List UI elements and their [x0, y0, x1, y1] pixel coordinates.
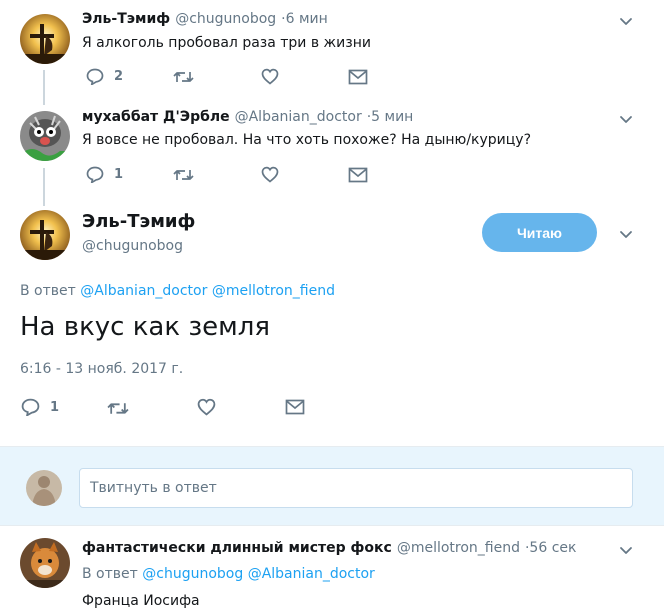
like-button[interactable] [261, 68, 279, 85]
reply-count: 1 [50, 399, 60, 415]
thread-line [43, 168, 45, 206]
avatar[interactable] [20, 14, 70, 64]
reply-button[interactable]: 2 [86, 68, 123, 85]
direct-message-button[interactable] [348, 69, 368, 85]
envelope-icon [348, 167, 368, 183]
envelope-icon [285, 399, 305, 415]
author-name[interactable]: фантастически длинный мистер фокс [82, 540, 392, 556]
thread-line [43, 70, 45, 105]
mention-link[interactable]: @Albanian_doctor [248, 566, 375, 582]
following-button[interactable]: Читаю [482, 213, 597, 252]
envelope-icon [348, 69, 368, 85]
tweet-text: Франца Иосифа [82, 593, 200, 609]
reply-icon [86, 166, 104, 183]
reply-count: 2 [114, 69, 124, 84]
reply-placeholder: Твитнуть в ответ [90, 480, 217, 496]
author-name[interactable]: мухаббат Д'Эрбле [82, 109, 230, 125]
timestamp[interactable]: ·5 мин [367, 109, 414, 125]
chevron-down-icon[interactable] [618, 226, 634, 242]
timestamp[interactable]: ·6 мин [281, 11, 328, 27]
tweet-text: Я вовсе не пробовал. На что хоть похоже?… [82, 132, 532, 148]
reply-input[interactable]: Твитнуть в ответ [79, 468, 633, 508]
mention-link[interactable]: @chugunobog [142, 566, 243, 582]
reply-context: В ответ @Albanian_doctor @mellotron_fien… [20, 283, 335, 299]
tweet-text: Я алкоголь пробовал раза три в жизни [82, 35, 371, 51]
author-handle[interactable]: @mellotron_fiend [397, 540, 520, 556]
timestamp[interactable]: ·56 сек [525, 540, 576, 556]
user-avatar[interactable] [26, 470, 62, 506]
direct-message-button[interactable] [348, 167, 368, 183]
tweet-timestamp[interactable]: 6:16 - 13 нояб. 2017 г. [20, 361, 183, 377]
mention-link[interactable]: @mellotron_fiend [212, 283, 335, 299]
chevron-down-icon[interactable] [618, 13, 634, 29]
reply-prefix: В ответ [20, 283, 76, 299]
avatar[interactable] [20, 111, 70, 161]
direct-message-button[interactable] [285, 399, 305, 415]
retweet-icon [173, 72, 194, 82]
author-name[interactable]: Эль-Тэмиф [82, 11, 170, 27]
reply-icon [21, 398, 40, 416]
reply-context: В ответ @chugunobog @Albanian_doctor [82, 566, 375, 582]
author-handle[interactable]: @chugunobog [82, 238, 183, 254]
avatar[interactable] [20, 538, 70, 588]
retweet-icon [107, 403, 129, 414]
retweet-button[interactable] [173, 70, 194, 84]
reply-button[interactable]: 1 [86, 166, 123, 183]
heart-icon [197, 398, 216, 416]
chevron-down-icon[interactable] [618, 111, 634, 127]
retweet-button[interactable] [107, 401, 129, 416]
heart-icon [261, 166, 279, 183]
retweet-icon [173, 170, 194, 180]
divider [0, 525, 664, 526]
chevron-down-icon[interactable] [618, 542, 634, 558]
reply-prefix: В ответ [82, 566, 138, 582]
reply-icon [86, 68, 104, 85]
author-handle[interactable]: @chugunobog [175, 11, 276, 27]
reply-count: 1 [114, 167, 124, 182]
author-handle[interactable]: @Albanian_doctor [235, 109, 362, 125]
avatar[interactable] [20, 210, 70, 260]
like-button[interactable] [197, 398, 216, 416]
like-button[interactable] [261, 166, 279, 183]
tweet-text: На вкус как земля [20, 312, 271, 342]
author-name[interactable]: Эль-Тэмиф [82, 211, 195, 232]
retweet-button[interactable] [173, 168, 194, 182]
mention-link[interactable]: @Albanian_doctor [80, 283, 207, 299]
reply-button[interactable]: 1 [21, 398, 59, 416]
heart-icon [261, 68, 279, 85]
